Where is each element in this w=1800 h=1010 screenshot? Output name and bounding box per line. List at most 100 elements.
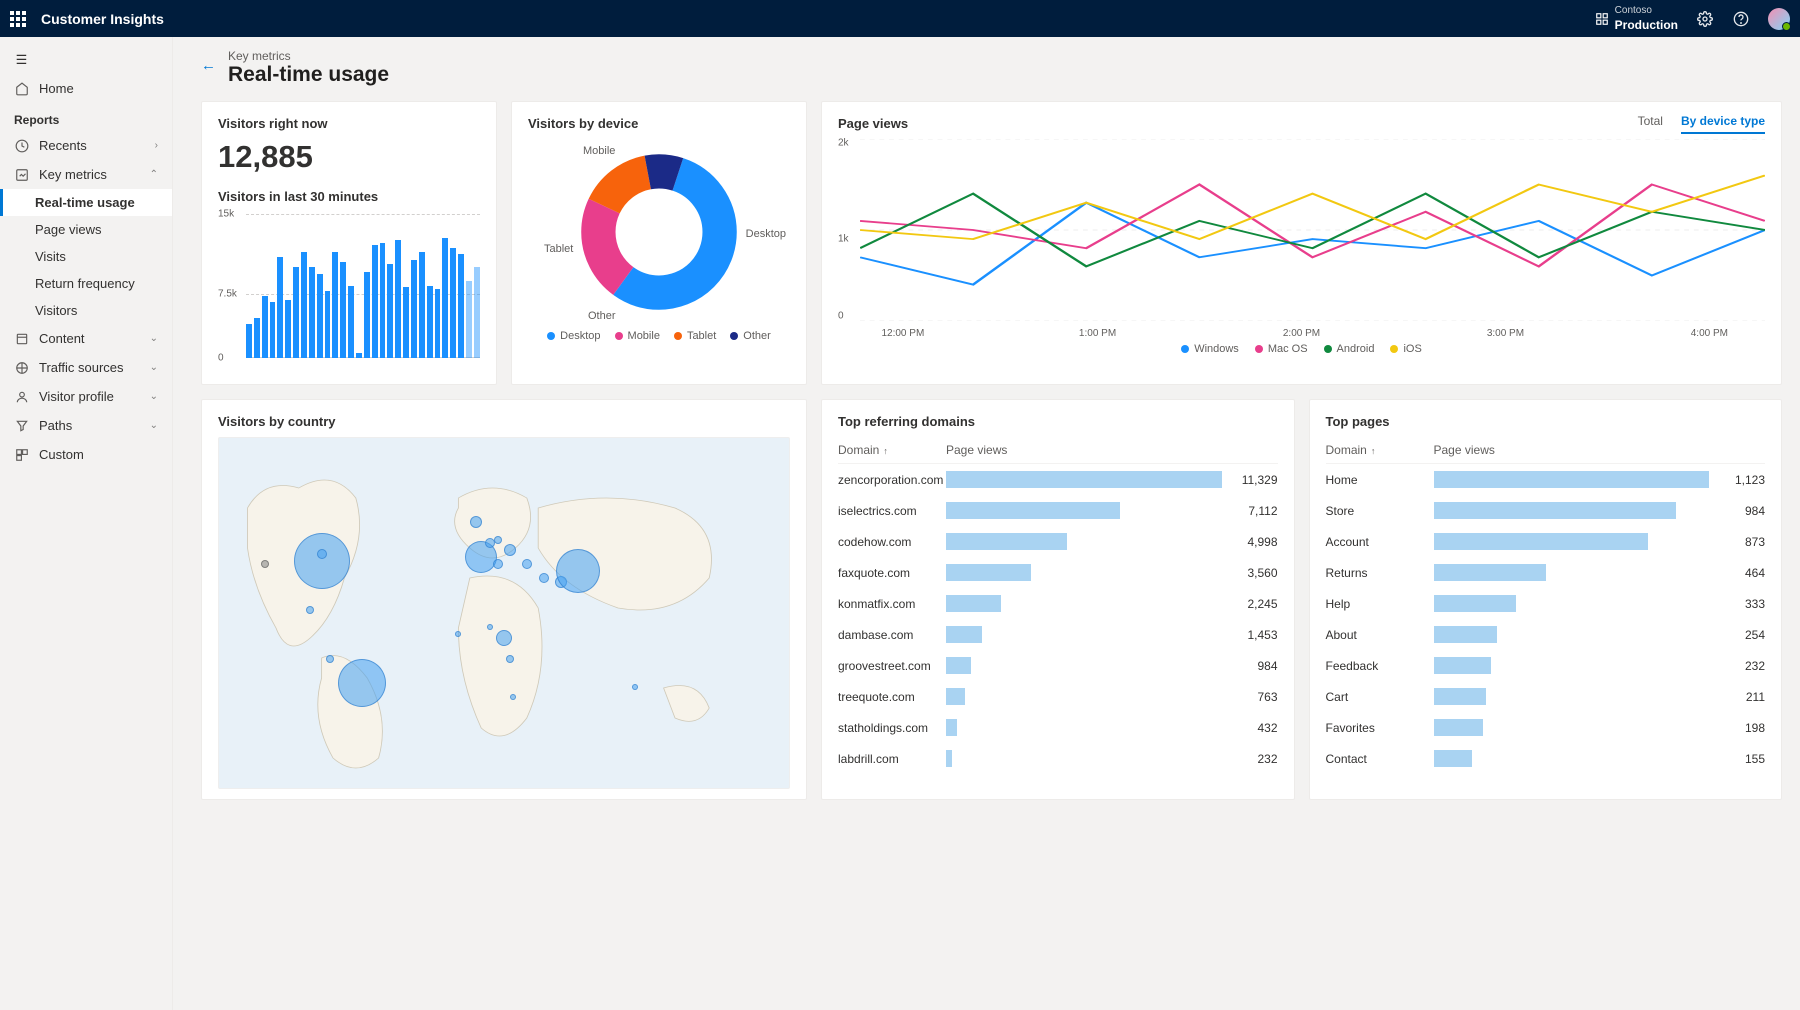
bar[interactable]	[309, 267, 315, 358]
table-row[interactable]: codehow.com4,998	[838, 526, 1278, 557]
bar[interactable]	[317, 274, 323, 358]
bar[interactable]	[270, 302, 276, 358]
table-row[interactable]: Cart211	[1326, 681, 1766, 712]
bar[interactable]	[325, 291, 331, 358]
table-row[interactable]: Returns464	[1326, 557, 1766, 588]
table-row[interactable]: labdrill.com232	[838, 743, 1278, 774]
table-row[interactable]: Contact155	[1326, 743, 1766, 774]
bar[interactable]	[427, 286, 433, 358]
col-pageviews[interactable]: Page views	[1434, 443, 1710, 457]
sidebar-item-visitors[interactable]: Visitors	[0, 297, 172, 324]
bar[interactable]	[411, 260, 417, 358]
bar[interactable]	[356, 353, 362, 358]
col-pageviews[interactable]: Page views	[946, 443, 1222, 457]
map-bubble[interactable]	[487, 624, 493, 630]
bar[interactable]	[395, 240, 401, 358]
bar[interactable]	[364, 272, 370, 358]
bar[interactable]	[419, 252, 425, 358]
table-row[interactable]: Favorites198	[1326, 712, 1766, 743]
map-bubble[interactable]	[506, 655, 514, 663]
map-bubble[interactable]	[522, 559, 532, 569]
sidebar-item-visits[interactable]: Visits	[0, 243, 172, 270]
map-bubble[interactable]	[556, 549, 600, 593]
table-row[interactable]: statholdings.com432	[838, 712, 1278, 743]
bar[interactable]	[474, 267, 480, 358]
sidebar-item-realtime-usage[interactable]: Real-time usage	[0, 189, 172, 216]
bar[interactable]	[262, 296, 268, 358]
sidebar-item-paths[interactable]: Paths ⌄	[0, 411, 172, 440]
map-bubble[interactable]	[494, 536, 502, 544]
map-bubble[interactable]	[306, 606, 314, 614]
bar[interactable]	[372, 245, 378, 358]
table-row[interactable]: dambase.com1,453	[838, 619, 1278, 650]
bar[interactable]	[458, 254, 464, 358]
table-row[interactable]: Help333	[1326, 588, 1766, 619]
sidebar-item-recents[interactable]: Recents ›	[0, 131, 172, 160]
bar[interactable]	[254, 318, 260, 358]
chevron-down-icon: ⌄	[150, 362, 158, 373]
sidebar-item-content[interactable]: Content ⌄	[0, 324, 172, 353]
bar[interactable]	[332, 252, 338, 358]
env-name: Production	[1615, 18, 1678, 32]
slice-label: Mobile	[583, 145, 615, 157]
tab-by-device-type[interactable]: By device type	[1681, 114, 1765, 134]
table-row[interactable]: Home1,123	[1326, 464, 1766, 495]
map-bubble[interactable]	[261, 560, 269, 568]
app-launcher-icon[interactable]	[10, 11, 26, 27]
table-row[interactable]: iselectrics.com7,112	[838, 495, 1278, 526]
table-row[interactable]: faxquote.com3,560	[838, 557, 1278, 588]
sidebar-item-visitor-profile[interactable]: Visitor profile ⌄	[0, 382, 172, 411]
sidebar-item-return-frequency[interactable]: Return frequency	[0, 270, 172, 297]
sidebar-item-key-metrics[interactable]: Key metrics ⌃	[0, 160, 172, 189]
map-bubble[interactable]	[338, 659, 386, 707]
world-map[interactable]	[218, 437, 790, 789]
sidebar-collapse[interactable]: ☰	[0, 45, 172, 74]
row-value: 873	[1717, 535, 1765, 549]
map-bubble[interactable]	[510, 694, 516, 700]
table-row[interactable]: zencorporation.com11,329	[838, 464, 1278, 495]
bar[interactable]	[301, 252, 307, 358]
bar[interactable]	[403, 287, 409, 358]
col-domain[interactable]: Domain↑	[838, 443, 946, 457]
bar[interactable]	[380, 243, 386, 358]
table-row[interactable]: Account873	[1326, 526, 1766, 557]
table-row[interactable]: treequote.com763	[838, 681, 1278, 712]
bar[interactable]	[348, 286, 354, 358]
table-row[interactable]: Feedback232	[1326, 650, 1766, 681]
user-avatar[interactable]	[1768, 8, 1790, 30]
table-row[interactable]: konmatfix.com2,245	[838, 588, 1278, 619]
sidebar-item-traffic[interactable]: Traffic sources ⌄	[0, 353, 172, 382]
sidebar-item-home[interactable]: Home	[0, 74, 172, 103]
bar[interactable]	[293, 267, 299, 358]
map-bubble[interactable]	[294, 533, 350, 589]
bar[interactable]	[450, 248, 456, 358]
breadcrumb[interactable]: Key metrics	[228, 49, 389, 63]
settings-icon[interactable]	[1696, 10, 1714, 28]
col-domain[interactable]: Domain↑	[1326, 443, 1434, 457]
map-bubble[interactable]	[504, 544, 516, 556]
map-bubble[interactable]	[485, 538, 495, 548]
sidebar-item-custom[interactable]: Custom	[0, 440, 172, 469]
environment-picker[interactable]: ContosoProduction	[1595, 5, 1678, 33]
table-row[interactable]: Store984	[1326, 495, 1766, 526]
tab-total[interactable]: Total	[1638, 114, 1663, 134]
sidebar-item-pageviews[interactable]: Page views	[0, 216, 172, 243]
map-bubble[interactable]	[317, 549, 327, 559]
bar[interactable]	[435, 289, 441, 358]
map-bubble[interactable]	[539, 573, 549, 583]
map-bubble[interactable]	[632, 684, 638, 690]
table-row[interactable]: About254	[1326, 619, 1766, 650]
map-bubble[interactable]	[496, 630, 512, 646]
bar[interactable]	[387, 264, 393, 358]
bar[interactable]	[340, 262, 346, 358]
map-bubble[interactable]	[470, 516, 482, 528]
bar[interactable]	[285, 300, 291, 358]
back-button[interactable]: ←	[201, 57, 216, 74]
bar[interactable]	[246, 324, 252, 358]
bar[interactable]	[277, 257, 283, 358]
bar[interactable]	[442, 238, 448, 358]
help-icon[interactable]	[1732, 10, 1750, 28]
map-bubble[interactable]	[326, 655, 334, 663]
bar[interactable]	[466, 281, 472, 358]
table-row[interactable]: groovestreet.com984	[838, 650, 1278, 681]
